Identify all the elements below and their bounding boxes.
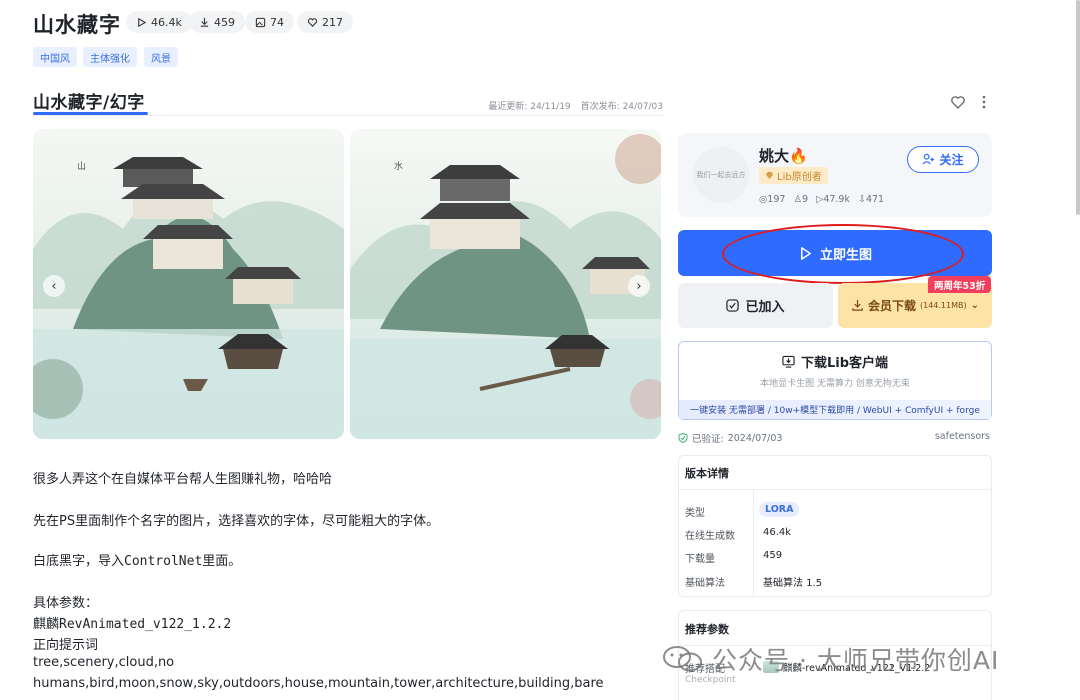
client-feature-strip: 一键安装 无需部署 / 10w+模型下载即用 / WebUI + ComfyUI… bbox=[679, 400, 991, 419]
preview-image-1[interactable]: 山 bbox=[33, 129, 344, 439]
detail-label-online-gens: 在线生成数 bbox=[685, 531, 735, 542]
verified-info: 已验证: 2024/07/03 bbox=[678, 431, 782, 445]
tag-landscape[interactable]: 风景 bbox=[144, 47, 178, 67]
version-details-title: 版本详情 bbox=[685, 467, 729, 480]
check-box-icon bbox=[726, 299, 740, 312]
more-icon[interactable] bbox=[980, 94, 988, 110]
creator-badge-label: Lib原创者 bbox=[777, 172, 822, 183]
scrollbar[interactable] bbox=[1076, 0, 1080, 215]
image-count-badge: 74 bbox=[245, 11, 294, 33]
diamond-icon bbox=[765, 171, 774, 180]
detail-value-online-gens: 46.4k bbox=[763, 527, 792, 538]
first-publish-value: 24/07/03 bbox=[622, 102, 663, 112]
wechat-icon bbox=[663, 646, 702, 672]
creator-badge: Lib原创者 bbox=[759, 167, 828, 184]
version-dates: 最近更新: 24/11/19 首次发布: 24/07/03 bbox=[488, 99, 663, 112]
detail-value-base-model: 基础算法 1.5 bbox=[763, 578, 823, 589]
description-line-7: tree,scenery,cloud,no bbox=[33, 655, 175, 670]
run-count-badge: 46.4k bbox=[126, 11, 192, 33]
promo-badge: 两周年53折 bbox=[928, 276, 992, 293]
add-user-icon bbox=[922, 153, 935, 165]
follow-button[interactable]: 关注 bbox=[907, 146, 979, 173]
fire-icon: 🔥 bbox=[789, 147, 808, 165]
description-line-6: 正向提示词 bbox=[33, 638, 99, 653]
detail-label-base-model: 基础算法 bbox=[685, 578, 725, 589]
monitor-download-icon bbox=[782, 355, 795, 368]
last-update-value: 24/11/19 bbox=[530, 102, 571, 112]
description-line-2: 先在PS里面制作个名字的图片，选择喜欢的字体，尽可能粗大的字体。 bbox=[33, 514, 440, 529]
recommended-params-title: 推荐参数 bbox=[685, 623, 729, 636]
tag-chinese-style[interactable]: 中国风 bbox=[33, 47, 77, 67]
first-publish-label: 首次发布: bbox=[580, 102, 620, 112]
detail-label-type: 类型 bbox=[685, 508, 705, 519]
svg-text:水: 水 bbox=[394, 160, 403, 172]
like-count-badge[interactable]: 217 bbox=[297, 11, 353, 33]
verified-label: 已验证: bbox=[692, 434, 724, 445]
like-count: 217 bbox=[322, 15, 343, 29]
favorite-heart-icon[interactable] bbox=[950, 94, 966, 110]
heart-icon bbox=[307, 17, 318, 27]
divider bbox=[679, 489, 991, 490]
last-update-label: 最近更新: bbox=[488, 102, 528, 112]
client-subtitle: 本地显卡生图 无需算力 创意无拘无束 bbox=[760, 379, 910, 389]
client-title-text: 下载Lib客户端 bbox=[800, 356, 889, 371]
description-line-3: 白底黑字，导入ControlNet里面。 bbox=[33, 554, 242, 569]
tag-subject-enhance[interactable]: 主体强化 bbox=[83, 47, 137, 67]
watermark-text: 公众号 · 大师兄带你创AI bbox=[712, 646, 1000, 675]
description-line-8: humans,bird,moon,snow,sky,outdoors,house… bbox=[33, 676, 604, 691]
type-lora-pill: LORA bbox=[759, 502, 800, 517]
client-download-title[interactable]: 下载Lib客户端 bbox=[678, 352, 992, 371]
model-title: 山水藏字 bbox=[33, 13, 121, 37]
run-count: 46.4k bbox=[151, 15, 182, 29]
verified-date: 2024/07/03 bbox=[727, 432, 783, 444]
gallery-prev-button[interactable]: ‹ bbox=[43, 275, 65, 297]
description-line-5: 麒麟RevAnimated_v122_1.2.2 bbox=[33, 617, 232, 632]
file-format: safetensors bbox=[934, 431, 990, 442]
shield-check-icon bbox=[678, 433, 688, 443]
added-button[interactable]: 已加入 bbox=[678, 283, 833, 328]
gallery-next-button[interactable]: › bbox=[628, 275, 650, 297]
download-icon bbox=[852, 299, 863, 311]
divider bbox=[753, 490, 754, 596]
detail-label-downloads: 下载量 bbox=[685, 554, 715, 565]
description-line-1: 很多人弄这个在自媒体平台帮人生图赚礼物，哈哈哈 bbox=[33, 472, 333, 487]
image-count: 74 bbox=[270, 15, 284, 29]
divider bbox=[33, 115, 663, 116]
download-icon: ⇩ bbox=[857, 194, 866, 205]
version-title[interactable]: 山水藏字/幻字 bbox=[33, 88, 145, 113]
author-name[interactable]: 姚大🔥 bbox=[759, 145, 808, 166]
chevron-down-icon: ⌄ bbox=[970, 300, 980, 311]
author-downloads: ⇩471 bbox=[857, 194, 885, 205]
author-followers: ◎197 bbox=[759, 194, 786, 205]
image-icon bbox=[255, 17, 266, 27]
download-icon bbox=[200, 17, 209, 27]
member-download-size: (144.11MB) bbox=[920, 301, 967, 310]
follow-label: 关注 bbox=[939, 153, 964, 167]
download-count-badge: 459 bbox=[189, 11, 245, 33]
author-stats: ◎197 ♙9 ▷47.9k ⇩471 bbox=[759, 194, 884, 205]
highlight-annotation bbox=[722, 224, 964, 284]
added-label: 已加入 bbox=[745, 300, 785, 315]
preview-image-2[interactable]: 水 bbox=[350, 129, 661, 439]
detail-value-downloads: 459 bbox=[763, 550, 783, 561]
avatar-text: 我们一起去远方 bbox=[696, 171, 746, 179]
thumb-icon: ♙ bbox=[793, 194, 802, 205]
download-count: 459 bbox=[214, 15, 235, 29]
play-icon bbox=[138, 17, 147, 27]
description-line-4: 具体参数： bbox=[33, 596, 99, 611]
author-runs: ▷47.9k bbox=[816, 194, 850, 205]
author-likes: ♙9 bbox=[793, 194, 809, 205]
member-download-label: 会员下载 bbox=[867, 299, 916, 313]
svg-text:山: 山 bbox=[77, 161, 86, 172]
avatar[interactable]: 我们一起去远方 bbox=[693, 147, 749, 203]
watermark: 公众号 · 大师兄带你创AI bbox=[662, 641, 999, 677]
